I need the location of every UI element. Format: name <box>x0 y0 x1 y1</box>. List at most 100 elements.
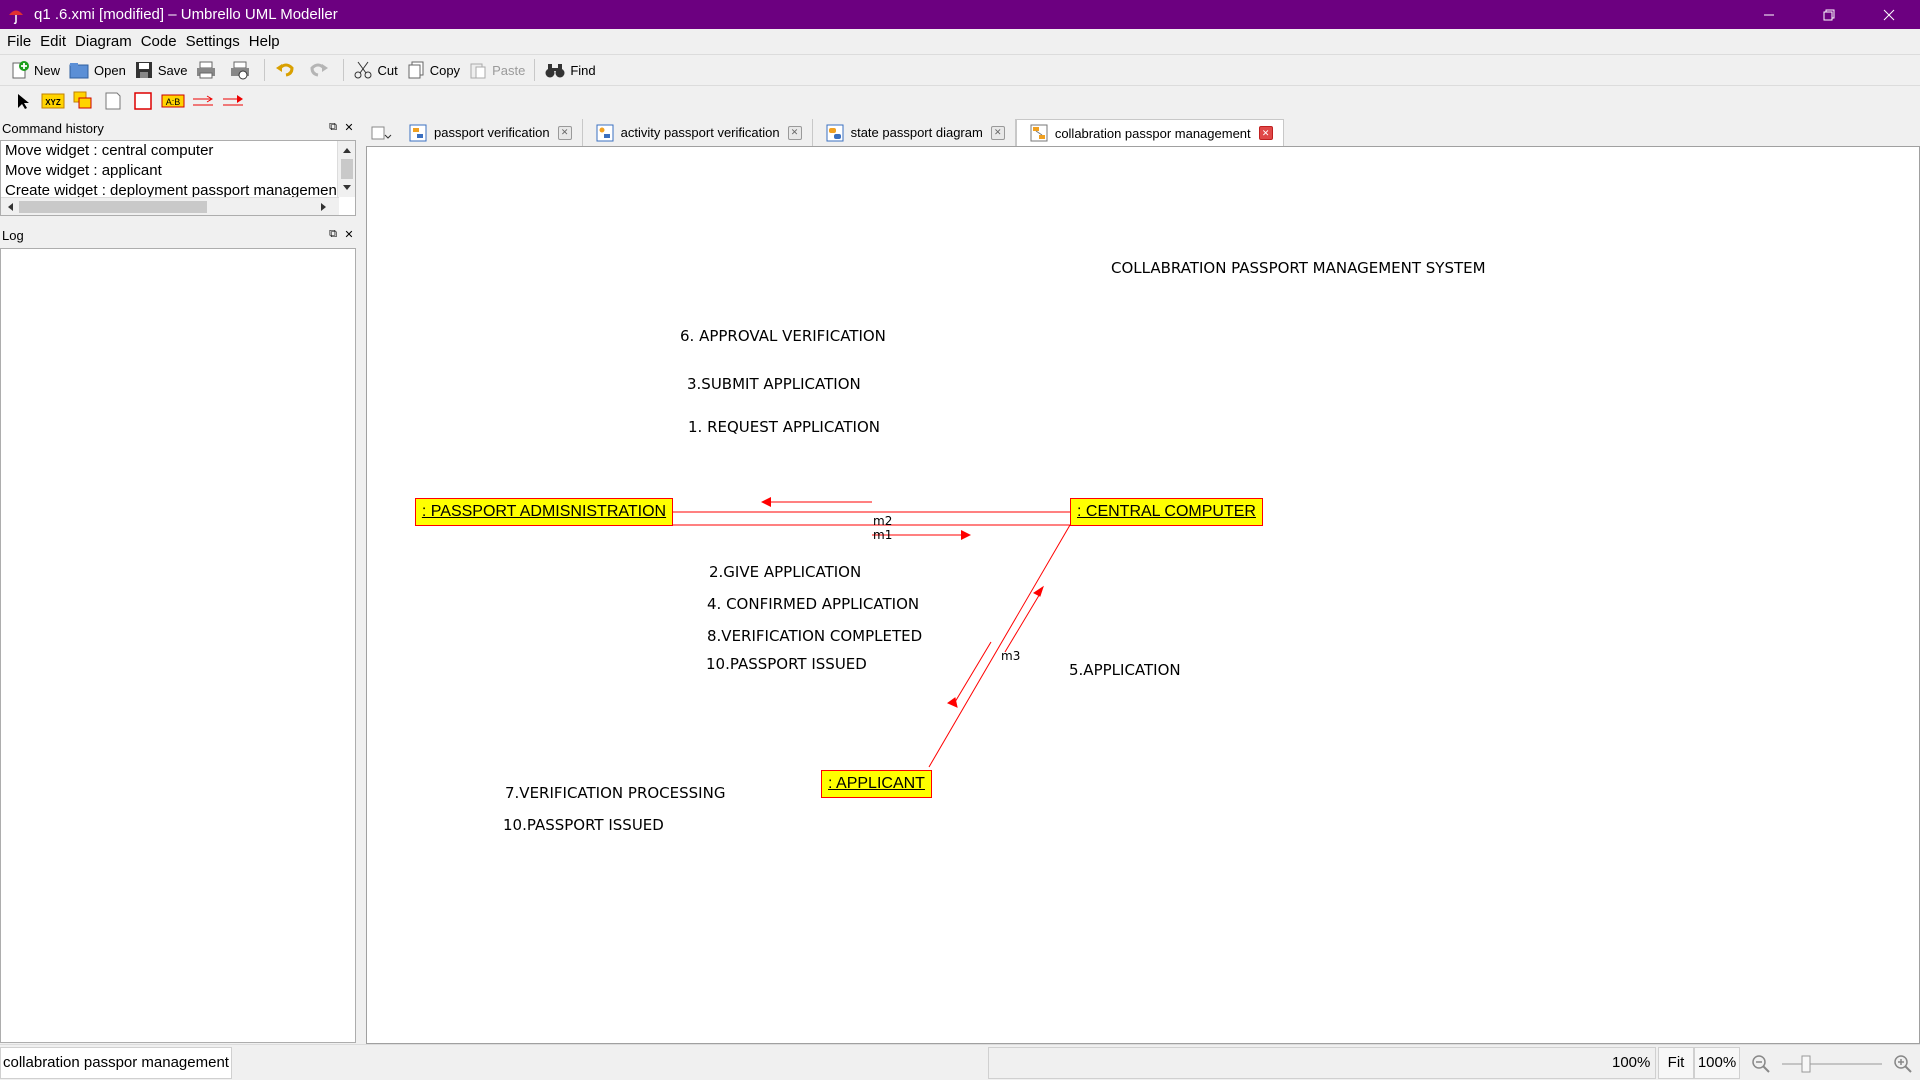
open-button[interactable]: Open <box>64 57 130 83</box>
menu-settings[interactable]: Settings <box>182 33 245 50</box>
zoom-slider[interactable] <box>1780 1053 1884 1075</box>
collaboration-diagram-icon <box>1030 124 1048 142</box>
float-icon[interactable]: ⧉ <box>326 120 340 134</box>
close-tab-icon[interactable]: ✕ <box>990 125 1005 140</box>
vertical-scrollbar[interactable] <box>337 141 355 197</box>
status-field <box>988 1047 1656 1079</box>
message-label[interactable]: 10.PASSPORT ISSUED <box>706 655 867 673</box>
close-window-button[interactable] <box>1866 0 1912 29</box>
arrowhead-up-icon <box>1033 585 1044 597</box>
message-arrow-m3-down[interactable] <box>954 641 992 703</box>
log-output[interactable] <box>0 248 356 1043</box>
status-message: collabration passpor management <box>0 1047 232 1079</box>
undo-button[interactable] <box>270 57 304 83</box>
menu-edit[interactable]: Edit <box>36 33 71 50</box>
link-label-m2: m2 <box>873 514 893 528</box>
float-icon[interactable]: ⧉ <box>326 227 340 241</box>
paste-button[interactable]: Paste <box>464 57 529 83</box>
list-item[interactable]: Move widget : central computer <box>1 141 355 161</box>
open-folder-icon <box>69 63 89 79</box>
paste-label: Paste <box>492 62 526 78</box>
undo-icon <box>276 63 294 77</box>
tab-passport-verification[interactable]: passport verification ✕ <box>396 119 583 146</box>
message-label[interactable]: 6. APPROVAL VERIFICATION <box>680 327 886 345</box>
message-label[interactable]: 10.PASSPORT ISSUED <box>503 816 664 834</box>
object-central-computer[interactable]: : CENTRAL COMPUTER <box>1070 498 1263 526</box>
object-tool[interactable]: XYZ <box>38 89 68 113</box>
menu-file[interactable]: File <box>3 33 36 50</box>
multi-object-tool[interactable] <box>68 89 98 113</box>
tab-state-passport-diagram[interactable]: state passport diagram ✕ <box>813 119 1016 146</box>
restore-button[interactable] <box>1806 0 1852 29</box>
box-icon <box>134 92 152 110</box>
close-tab-icon[interactable]: ✕ <box>787 125 802 140</box>
text-ab-icon: A:B <box>161 94 185 108</box>
message-arrow-m3-up[interactable] <box>1004 591 1042 653</box>
tab-activity-passport-verification[interactable]: activity passport verification ✕ <box>583 119 813 146</box>
copy-button[interactable]: Copy <box>402 57 464 83</box>
arrowhead-down-icon <box>946 697 958 708</box>
message-label[interactable]: 1. REQUEST APPLICATION <box>688 418 880 436</box>
text-tool[interactable]: A:B <box>158 89 188 113</box>
select-tool[interactable] <box>8 89 38 113</box>
tab-collabration-passpor-management[interactable]: collabration passpor management ✕ <box>1015 119 1284 146</box>
link-tool[interactable] <box>218 89 248 113</box>
message-arrow-icon <box>193 95 213 106</box>
command-history-list[interactable]: Move widget : central computer Move widg… <box>0 140 356 216</box>
menu-bar: File Edit Diagram Code Settings Help <box>0 29 1920 54</box>
link-arrow-icon <box>223 95 243 106</box>
message-label[interactable]: 7.VERIFICATION PROCESSING <box>505 784 725 802</box>
diagram-canvas[interactable]: COLLABRATION PASSPORT MANAGEMENT SYSTEM … <box>366 146 1920 1044</box>
redo-button[interactable] <box>304 57 338 83</box>
box-tool[interactable] <box>128 89 158 113</box>
message-label[interactable]: 4. CONFIRMED APPLICATION <box>707 595 919 613</box>
new-button[interactable]: New <box>6 57 64 83</box>
object-applicant[interactable]: : APPLICANT <box>821 770 932 798</box>
note-tool[interactable] <box>98 89 128 113</box>
save-button[interactable]: Save <box>130 57 192 83</box>
multi-object-icon <box>73 91 92 109</box>
close-icon[interactable]: ✕ <box>342 120 356 134</box>
umbrello-window: q1 .6.xmi [modified] – Umbrello UML Mode… <box>0 0 1920 1080</box>
menu-help[interactable]: Help <box>245 33 285 50</box>
message-label[interactable]: 8.VERIFICATION COMPLETED <box>707 627 922 645</box>
object-passport-administration[interactable]: : PASSPORT ADMISNISTRATION <box>415 498 673 526</box>
zoom-100-button[interactable]: 100% <box>1694 1047 1740 1079</box>
menu-diagram[interactable]: Diagram <box>71 33 137 50</box>
command-history-header: Command history ⧉ ✕ <box>0 118 358 138</box>
close-icon[interactable]: ✕ <box>342 227 356 241</box>
menu-code[interactable]: Code <box>137 33 182 50</box>
link-central-applicant[interactable] <box>928 524 1071 768</box>
horizontal-scrollbar[interactable] <box>1 197 339 215</box>
close-tab-icon[interactable]: ✕ <box>557 125 572 140</box>
message-label[interactable]: 5.APPLICATION <box>1069 661 1181 679</box>
binoculars-icon <box>545 64 565 78</box>
state-diagram-icon <box>826 124 844 141</box>
minimize-button[interactable] <box>1746 0 1792 29</box>
zoom-out-icon <box>1752 1055 1770 1073</box>
diagram-title[interactable]: COLLABRATION PASSPORT MANAGEMENT SYSTEM <box>1111 259 1486 277</box>
message-label[interactable]: 3.SUBMIT APPLICATION <box>687 375 861 393</box>
message-tool[interactable] <box>188 89 218 113</box>
arrowhead-left-icon <box>761 497 771 507</box>
diagram-icon <box>409 124 427 141</box>
print-preview-icon <box>231 61 250 80</box>
fit-button[interactable]: Fit <box>1658 1047 1694 1079</box>
zoom-in-button[interactable] <box>1892 1053 1916 1075</box>
cut-button[interactable]: Cut <box>349 57 401 83</box>
status-bar: collabration passpor management 100% Fit… <box>0 1044 1920 1080</box>
find-button[interactable]: Find <box>540 57 599 83</box>
print-button[interactable] <box>191 57 225 83</box>
diagram-tool-palette: XYZ A:B <box>0 87 1920 115</box>
print-preview-button[interactable] <box>225 57 259 83</box>
save-label: Save <box>157 62 188 78</box>
tab-list-button[interactable] <box>366 119 396 146</box>
collaboration-links <box>673 497 1071 768</box>
link-label-m1: m1 <box>873 528 893 542</box>
message-label[interactable]: 2.GIVE APPLICATION <box>709 563 861 581</box>
list-item[interactable]: Move widget : applicant <box>1 161 355 181</box>
umbrello-app-icon <box>6 5 26 25</box>
close-tab-icon[interactable]: ✕ <box>1258 126 1273 140</box>
note-icon <box>105 92 121 110</box>
zoom-out-button[interactable] <box>1750 1053 1774 1075</box>
